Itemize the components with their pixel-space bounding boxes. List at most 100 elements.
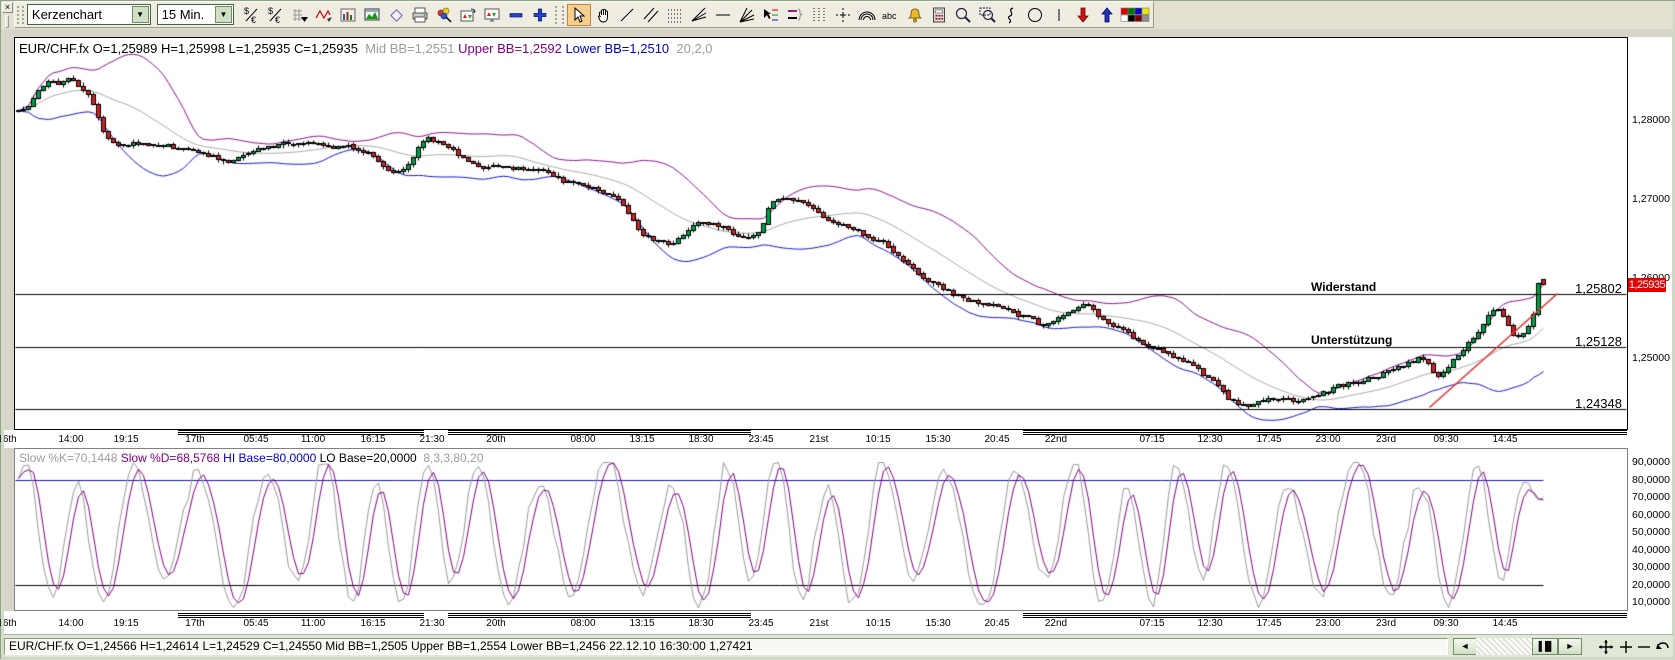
pattern-tool-button[interactable]	[312, 4, 336, 26]
session-marker	[448, 613, 751, 614]
stoch-axis-label: 70,0000	[1632, 491, 1670, 503]
time-axis-label: 18:30	[688, 434, 713, 445]
bell-icon	[906, 6, 924, 24]
horizontal-grid-tool-button[interactable]	[663, 4, 687, 26]
crosshair-tool-button[interactable]	[831, 4, 855, 26]
support-label[interactable]: Unterstützung	[1311, 333, 1392, 347]
scrollbar-thumb[interactable]: ▐▐▌	[1532, 638, 1558, 655]
svg-text:abc: abc	[882, 11, 897, 21]
ray-fan-tool-button[interactable]	[735, 4, 759, 26]
time-axis-label: 21:30	[419, 618, 444, 629]
stoch-header-d: Slow %D=68,5768	[121, 451, 220, 465]
chart-export-button[interactable]	[456, 4, 480, 26]
zoom-in-chart-button[interactable]	[1617, 638, 1635, 655]
pointer-levels-icon	[762, 6, 780, 24]
buy-signal-button[interactable]	[1095, 4, 1119, 26]
calculator-button[interactable]	[927, 4, 951, 26]
svg-text:€: €	[251, 15, 256, 24]
app-window: × Kerzenchart ▼ 15 Min. ▼ $€ $€	[0, 0, 1675, 659]
print-button[interactable]	[408, 4, 432, 26]
monitor-alert-button[interactable]	[480, 4, 504, 26]
gann-fan-icon	[690, 6, 708, 24]
zoom-in-period-button[interactable]	[528, 4, 552, 26]
ellipse-tool-button[interactable]	[1023, 4, 1047, 26]
pan-chart-button[interactable]	[1597, 638, 1615, 655]
session-marker	[448, 430, 751, 431]
color-settings-button[interactable]	[432, 4, 456, 26]
color-picker-button[interactable]	[1119, 4, 1153, 26]
stoch-header-hi: HI Base=80,0000	[223, 451, 316, 465]
zoom-region-button[interactable]	[975, 4, 999, 26]
toolbar-drag-handle[interactable]	[5, 15, 9, 28]
trendline-icon	[618, 6, 636, 24]
fundamental-data-button[interactable]	[336, 4, 360, 26]
fan-lines-tool-button[interactable]	[687, 4, 711, 26]
time-axis-label: 13:15	[629, 618, 654, 629]
time-axis-label: 08:00	[570, 434, 595, 445]
arcs-tool-button[interactable]	[855, 4, 879, 26]
retracement-tool-button[interactable]	[759, 4, 783, 26]
stoch-header-params: 8,3,3,80,20	[423, 451, 483, 465]
bid-ask-button[interactable]: $€	[240, 4, 264, 26]
time-axis-label: 11:00	[301, 434, 325, 445]
timeframe-dropdown-icon[interactable]: ▼	[215, 6, 232, 23]
sell-signal-button[interactable]	[1071, 4, 1095, 26]
pan-tool-button[interactable]	[591, 4, 615, 26]
zoom-out-chart-button[interactable]	[1635, 638, 1653, 655]
arrow-down-red-icon	[1074, 6, 1092, 24]
levels-brace-icon	[786, 6, 804, 24]
chart-window-button[interactable]	[360, 4, 384, 26]
trendline-tool-button[interactable]	[615, 4, 639, 26]
timeframe-select[interactable]: 15 Min. ▼	[157, 4, 234, 25]
horizontal-line-tool-button[interactable]	[711, 4, 735, 26]
parallel-lines-tool-button[interactable]	[639, 4, 663, 26]
time-axis-label: 23:45	[748, 434, 773, 445]
text-tool-button[interactable]: abc	[879, 4, 903, 26]
status-text: EUR/CHF.fx O=1,24566 H=1,24614 L=1,24529…	[4, 638, 1448, 655]
session-marker	[1023, 615, 1627, 616]
scroll-right-button[interactable]: ►	[1558, 638, 1582, 655]
support-price-label: 1,25128	[1575, 334, 1622, 349]
close-toolbar-button[interactable]: ×	[2, 2, 13, 13]
stoch-axis-label: 10,0000	[1632, 596, 1670, 608]
curve-tool-button[interactable]	[999, 4, 1023, 26]
chart-type-select[interactable]: Kerzenchart ▼	[27, 4, 151, 25]
resistance-label[interactable]: Widerstand	[1311, 280, 1376, 294]
currency-convert-button[interactable]: $€	[264, 4, 288, 26]
support2-price-label: 1,24348	[1575, 396, 1622, 411]
workspace-button[interactable]	[384, 4, 408, 26]
zoom-in-button[interactable]	[951, 4, 975, 26]
grid-dropdown-icon	[291, 6, 309, 24]
select-tool-button[interactable]	[567, 4, 591, 26]
zoom-out-period-button[interactable]	[504, 4, 528, 26]
vertical-line-tool-button[interactable]	[1047, 4, 1071, 26]
vertical-grid-tool-button[interactable]	[807, 4, 831, 26]
grid-options-button[interactable]	[288, 4, 312, 26]
minus-icon	[1636, 639, 1652, 655]
chart-type-dropdown-icon[interactable]: ▼	[132, 6, 149, 23]
resistance-price-label: 1,25802	[1575, 281, 1622, 296]
undo-icon	[1654, 639, 1670, 655]
stoch-header-lo: LO Base=20,0000	[320, 451, 417, 465]
alert-button[interactable]	[903, 4, 927, 26]
time-axis-label: 14:00	[58, 618, 83, 629]
price-chart-canvas[interactable]	[15, 38, 1627, 429]
undo-zoom-button[interactable]	[1653, 638, 1671, 655]
scrollbar-track[interactable]	[1476, 638, 1532, 655]
time-axis-label: 12:30	[1197, 434, 1222, 445]
scroll-left-button[interactable]: ◄	[1453, 638, 1477, 655]
chart-type-value: Kerzenchart	[28, 7, 131, 22]
time-axis-label: 17:45	[1256, 434, 1281, 445]
time-axis-label: 21:30	[419, 434, 444, 445]
levels-tool-button[interactable]	[783, 4, 807, 26]
plus-icon	[531, 6, 549, 24]
session-marker	[448, 432, 751, 433]
move-icon	[1598, 639, 1614, 655]
stochastic-canvas[interactable]	[15, 449, 1627, 610]
time-axis-label: 23rd	[1376, 618, 1396, 629]
time-axis-label: 21st	[810, 618, 829, 629]
timeframe-value: 15 Min.	[158, 7, 214, 22]
chart-header-params: 20,2,0	[676, 41, 712, 56]
toolbar-grip[interactable]	[17, 6, 24, 24]
svg-text:€: €	[275, 15, 280, 24]
